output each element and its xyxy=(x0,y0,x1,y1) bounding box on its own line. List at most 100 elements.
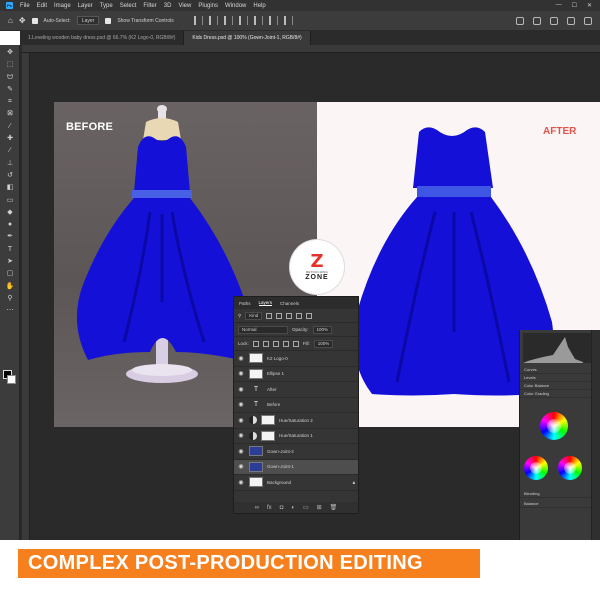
blend-mode-dropdown[interactable]: Normal xyxy=(238,325,288,334)
path-select-icon[interactable]: ➤ xyxy=(4,257,16,266)
align-middle-icon[interactable] xyxy=(253,16,263,25)
align-top-icon[interactable] xyxy=(238,16,248,25)
scale-icon[interactable] xyxy=(584,16,592,25)
vertical-ruler[interactable] xyxy=(22,53,30,540)
menu-layer[interactable]: Layer xyxy=(78,3,93,9)
section-color-balance[interactable]: Color Balance xyxy=(520,382,600,390)
maximize-icon[interactable]: ☐ xyxy=(572,2,577,9)
layer-row[interactable]: ◉ Hue/Saturation 1 xyxy=(234,429,358,444)
background-color-swatch[interactable] xyxy=(7,375,16,384)
adjustment-filter-icon[interactable] xyxy=(276,312,283,319)
dodge-tool-icon[interactable]: ● xyxy=(4,220,16,229)
marquee-tool-icon[interactable]: ⬚ xyxy=(4,60,16,69)
layer-row[interactable]: ◉ Background 🔒︎ xyxy=(234,475,358,491)
pan-icon[interactable] xyxy=(550,16,558,25)
type-tool-icon[interactable]: T xyxy=(4,245,16,254)
tab-document-2[interactable]: Kids Dress.psd @ 100% (Gown-Joint-1, RGB… xyxy=(184,31,311,45)
section-blending[interactable]: Blending xyxy=(520,490,592,498)
tab-channels[interactable]: Channels xyxy=(280,301,299,306)
tab-document-1[interactable]: 1.Leveling wooden baby dress.psd @ 66.7%… xyxy=(20,31,185,45)
lock-pixels-icon[interactable] xyxy=(252,340,259,347)
visibility-eye-icon[interactable]: ◉ xyxy=(237,463,245,470)
lock-position-icon[interactable] xyxy=(272,340,279,347)
align-right-icon[interactable] xyxy=(223,16,233,25)
menu-image[interactable]: Image xyxy=(54,3,71,9)
lasso-tool-icon[interactable]: ᗢ xyxy=(4,73,16,82)
visibility-eye-icon[interactable]: ◉ xyxy=(237,417,245,424)
horizontal-ruler[interactable] xyxy=(22,45,600,53)
close-icon[interactable]: ✕ xyxy=(587,2,592,9)
section-curves[interactable]: Curves xyxy=(520,366,600,374)
menu-help[interactable]: Help xyxy=(253,3,265,9)
visibility-eye-icon[interactable]: ◉ xyxy=(237,432,245,439)
rotate-icon[interactable] xyxy=(533,16,541,25)
crop-tool-icon[interactable]: ⌗ xyxy=(4,97,16,106)
shadows-color-wheel[interactable] xyxy=(524,456,548,480)
lock-artboard-icon[interactable] xyxy=(282,340,289,347)
clone-stamp-icon[interactable]: ⊥ xyxy=(4,159,16,168)
menu-view[interactable]: View xyxy=(178,3,191,9)
frame-tool-icon[interactable]: ⊠ xyxy=(4,109,16,118)
hand-tool-icon[interactable]: ✋ xyxy=(4,282,16,291)
lock-paint-icon[interactable] xyxy=(262,340,269,347)
menu-edit[interactable]: Edit xyxy=(37,3,47,9)
menu-select[interactable]: Select xyxy=(120,3,137,9)
layer-row[interactable]: ◉ K2 Logo-0 xyxy=(234,351,358,367)
lock-all-icon[interactable] xyxy=(292,340,299,347)
eraser-tool-icon[interactable]: ◧ xyxy=(4,183,16,192)
zoom-tool-icon[interactable]: ⚲ xyxy=(4,294,16,303)
shape-filter-icon[interactable] xyxy=(296,312,303,319)
section-balance[interactable]: Balance xyxy=(520,500,592,508)
tab-layers[interactable]: Layers xyxy=(258,300,273,306)
3d-mode-icon[interactable] xyxy=(516,16,524,25)
slide-icon[interactable] xyxy=(567,16,575,25)
minimize-icon[interactable]: — xyxy=(556,2,562,9)
brush-tool-icon[interactable]: ∕ xyxy=(4,146,16,155)
more-tools-icon[interactable]: ⋯ xyxy=(4,306,16,315)
menu-filter[interactable]: Filter xyxy=(143,3,156,9)
auto-select-checkbox[interactable] xyxy=(31,17,38,24)
rectangle-tool-icon[interactable]: ▢ xyxy=(4,269,16,278)
distribute-icon[interactable] xyxy=(283,16,293,25)
midtones-color-wheel[interactable] xyxy=(540,412,568,440)
move-tool-icon[interactable]: ✥ xyxy=(4,48,16,57)
type-filter-icon[interactable] xyxy=(286,312,293,319)
healing-brush-icon[interactable]: ✚ xyxy=(4,134,16,143)
section-color-grading[interactable]: Color Grading xyxy=(520,390,600,398)
opacity-input[interactable]: 100% xyxy=(312,325,333,334)
pen-tool-icon[interactable]: ✒ xyxy=(4,232,16,241)
trash-icon[interactable]: 🗑︎ xyxy=(330,504,338,511)
align-center-icon[interactable] xyxy=(208,16,218,25)
eyedropper-tool-icon[interactable]: ⁄ xyxy=(4,122,16,131)
tab-paths[interactable]: Paths xyxy=(239,301,251,306)
visibility-eye-icon[interactable]: ◉ xyxy=(237,355,245,362)
folder-icon[interactable]: ▭ xyxy=(303,504,309,511)
layer-row-selected[interactable]: ◉ Gown-Joint-1 xyxy=(234,459,358,475)
layer-row[interactable]: ◉ Hue/Saturation 2 xyxy=(234,413,358,429)
visibility-eye-icon[interactable]: ◉ xyxy=(237,401,245,408)
menu-file[interactable]: File xyxy=(20,3,30,9)
layer-row[interactable]: ◉ Ellipse 1 xyxy=(234,367,358,382)
menu-type[interactable]: Type xyxy=(100,3,113,9)
move-tool-icon[interactable]: ✥ xyxy=(19,16,26,25)
mask-icon[interactable]: ◘ xyxy=(280,505,284,511)
menu-window[interactable]: Window xyxy=(225,3,246,9)
kind-filter-dropdown[interactable]: Kind xyxy=(245,311,263,320)
visibility-eye-icon[interactable]: ◉ xyxy=(237,370,245,377)
fill-input[interactable]: 100% xyxy=(313,339,334,348)
link-icon[interactable]: ∞ xyxy=(255,505,259,511)
smart-filter-icon[interactable] xyxy=(306,312,313,319)
quick-select-tool-icon[interactable]: ✎ xyxy=(4,85,16,94)
layer-row[interactable]: ◉ T Before xyxy=(234,398,358,413)
adjustment-icon[interactable]: ◐ xyxy=(291,505,295,511)
layer-row[interactable]: ◉ T After xyxy=(234,382,358,398)
gradient-tool-icon[interactable]: ▭ xyxy=(4,196,16,205)
visibility-eye-icon[interactable]: ◉ xyxy=(237,386,245,393)
menu-plugins[interactable]: Plugins xyxy=(198,3,218,9)
align-left-icon[interactable] xyxy=(193,16,203,25)
section-levels[interactable]: Levels xyxy=(520,374,600,382)
fx-icon[interactable]: fx xyxy=(267,505,272,511)
new-layer-icon[interactable]: ⊞ xyxy=(317,504,322,511)
pixel-filter-icon[interactable] xyxy=(266,312,273,319)
blur-tool-icon[interactable]: ◆ xyxy=(4,208,16,217)
